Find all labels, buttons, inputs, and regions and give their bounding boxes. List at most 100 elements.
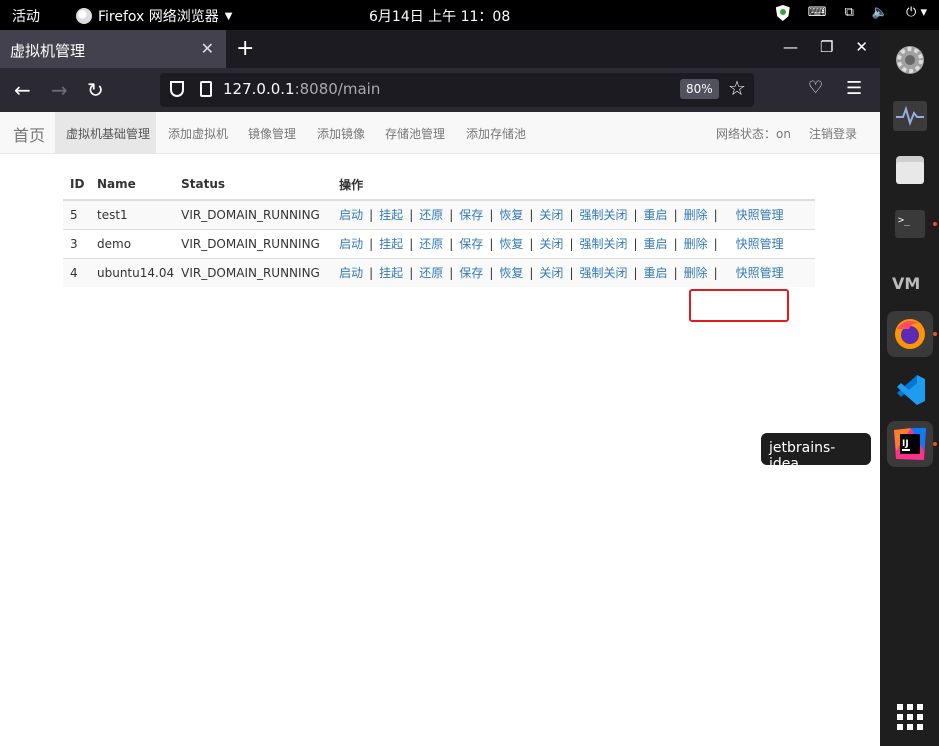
- op-link[interactable]: 强制关闭: [579, 266, 627, 280]
- network-icon[interactable]: ⧉: [845, 5, 854, 21]
- close-window-icon[interactable]: ✕: [855, 38, 868, 56]
- separator: |: [409, 237, 414, 251]
- snapshot-link[interactable]: 快照管理: [736, 237, 784, 251]
- vscode-icon[interactable]: [887, 367, 933, 413]
- vm-operations: 启动 | 挂起 | 还原 | 保存 | 恢复 | 关闭 | 强制关闭 | 重启 | 删除 | 快照管理: [332, 199, 815, 229]
- nav-add-image[interactable]: 添加镜像: [317, 125, 365, 142]
- op-link[interactable]: 保存: [459, 237, 483, 251]
- op-link[interactable]: 删除: [684, 208, 708, 222]
- separator: |: [529, 237, 534, 251]
- nav-add-storage-pool[interactable]: 添加存储池: [466, 125, 526, 142]
- nav-storage-pools[interactable]: 存储池管理: [385, 125, 445, 142]
- url-host: 127.0.0.1: [223, 80, 295, 98]
- svg-text:IJ: IJ: [902, 439, 909, 449]
- vm-name: ubuntu14.04: [90, 257, 175, 287]
- op-link[interactable]: 还原: [419, 266, 443, 280]
- app-menu[interactable]: Firefox 网络浏览器 ▼: [76, 6, 233, 26]
- op-link[interactable]: 删除: [684, 237, 708, 251]
- tab-vm-management[interactable]: 虚拟机管理 ✕: [0, 30, 226, 68]
- op-link[interactable]: 保存: [459, 266, 483, 280]
- terminal-icon[interactable]: >_: [887, 201, 937, 247]
- op-link[interactable]: 强制关闭: [579, 237, 627, 251]
- show-apps-icon[interactable]: [897, 704, 923, 730]
- separator: |: [713, 208, 718, 223]
- separator: |: [369, 208, 374, 223]
- url-bar[interactable]: 127.0.0.1:8080/main 80% ☆: [160, 73, 754, 107]
- logout-link[interactable]: 注销登录: [809, 125, 857, 142]
- op-link[interactable]: 重启: [644, 237, 668, 251]
- op-link[interactable]: 还原: [419, 237, 443, 251]
- running-indicator: [933, 222, 937, 226]
- op-link[interactable]: 还原: [419, 208, 443, 222]
- col-id: ID: [63, 169, 90, 201]
- page-info-icon[interactable]: [200, 81, 212, 97]
- separator: |: [449, 266, 454, 281]
- nav-home[interactable]: 首页: [13, 122, 45, 146]
- files-icon[interactable]: [887, 147, 933, 193]
- op-link[interactable]: 启动: [339, 266, 363, 280]
- pocket-icon[interactable]: ♡: [808, 78, 823, 98]
- table-row: 5 test1 VIR_DOMAIN_RUNNING 启动 | 挂起 | 还原 | 保存 | 恢复 | 关…: [63, 199, 815, 229]
- op-link[interactable]: 挂起: [379, 208, 403, 222]
- navigation-bar: ← → ↻ 127.0.0.1:8080/main 80% ☆ ♡ ☰: [0, 68, 880, 112]
- firefox-icon[interactable]: [887, 311, 937, 357]
- vm-status: VIR_DOMAIN_RUNNING: [174, 257, 333, 287]
- ubuntu-dock: >_ VM IJ: [880, 30, 939, 746]
- keyboard-icon[interactable]: ⌨: [808, 5, 827, 21]
- op-link[interactable]: 恢复: [499, 266, 523, 280]
- back-icon[interactable]: ←: [14, 78, 31, 102]
- intellij-icon[interactable]: IJ: [887, 421, 937, 467]
- op-link[interactable]: 恢复: [499, 237, 523, 251]
- tab-close-icon[interactable]: ✕: [201, 39, 214, 58]
- op-link[interactable]: 挂起: [379, 266, 403, 280]
- op-link[interactable]: 启动: [339, 237, 363, 251]
- col-status: Status: [174, 169, 333, 201]
- separator: |: [633, 237, 638, 251]
- update-shield-icon[interactable]: [775, 5, 790, 21]
- op-link[interactable]: 强制关闭: [579, 208, 627, 222]
- op-link[interactable]: 关闭: [539, 237, 563, 251]
- minimize-icon[interactable]: —: [783, 38, 798, 56]
- op-link[interactable]: 挂起: [379, 237, 403, 251]
- system-tray[interactable]: ⌨ ⧉ 🔈 ⏻ ▾: [775, 5, 927, 21]
- separator: |: [569, 208, 574, 223]
- separator: |: [673, 208, 678, 223]
- tracking-shield-icon[interactable]: [170, 81, 184, 97]
- table-row: 4 ubuntu14.04 VIR_DOMAIN_RUNNING 启动 | 挂起 | 还原 | 保…: [63, 257, 815, 287]
- activities-button[interactable]: 活动: [12, 6, 40, 26]
- snapshot-link[interactable]: 快照管理: [736, 208, 784, 222]
- volume-icon[interactable]: 🔈: [872, 5, 888, 21]
- separator: |: [449, 237, 454, 251]
- menu-icon[interactable]: ☰: [846, 78, 862, 99]
- new-tab-icon[interactable]: +: [236, 36, 254, 61]
- separator: |: [369, 266, 374, 281]
- snapshot-link[interactable]: 快照管理: [736, 266, 784, 280]
- op-link[interactable]: 启动: [339, 208, 363, 222]
- op-link[interactable]: 删除: [684, 266, 708, 280]
- firefox-window: 虚拟机管理 ✕ + — ❐ ✕ ← → ↻ 127.0.0.1:8080/mai…: [0, 30, 880, 746]
- op-link[interactable]: 恢复: [499, 208, 523, 222]
- nav-vm-basic[interactable]: 虚拟机基础管理: [55, 112, 156, 154]
- op-link[interactable]: 重启: [644, 266, 668, 280]
- power-icon[interactable]: ⏻ ▾: [906, 5, 927, 21]
- maximize-icon[interactable]: ❐: [820, 38, 833, 56]
- system-monitor-icon[interactable]: [887, 93, 933, 139]
- op-link[interactable]: 保存: [459, 208, 483, 222]
- table-header-row: ID Name Status 操作: [63, 169, 815, 201]
- url-text[interactable]: 127.0.0.1:8080/main: [223, 80, 380, 98]
- op-link[interactable]: 重启: [644, 208, 668, 222]
- forward-icon[interactable]: →: [51, 78, 68, 102]
- nav-add-vm[interactable]: 添加虚拟机: [168, 125, 228, 142]
- separator: |: [713, 266, 718, 281]
- settings-icon[interactable]: [887, 37, 933, 83]
- zoom-badge[interactable]: 80%: [680, 79, 719, 99]
- separator: |: [569, 266, 574, 281]
- bookmark-star-icon[interactable]: ☆: [728, 76, 746, 100]
- op-link[interactable]: 关闭: [539, 266, 563, 280]
- reload-icon[interactable]: ↻: [87, 78, 104, 102]
- separator: |: [489, 208, 494, 223]
- nav-images[interactable]: 镜像管理: [248, 125, 296, 142]
- clock[interactable]: 6月14日 上午 11：08: [369, 6, 510, 26]
- op-link[interactable]: 关闭: [539, 208, 563, 222]
- virt-manager-icon[interactable]: VM: [887, 259, 933, 305]
